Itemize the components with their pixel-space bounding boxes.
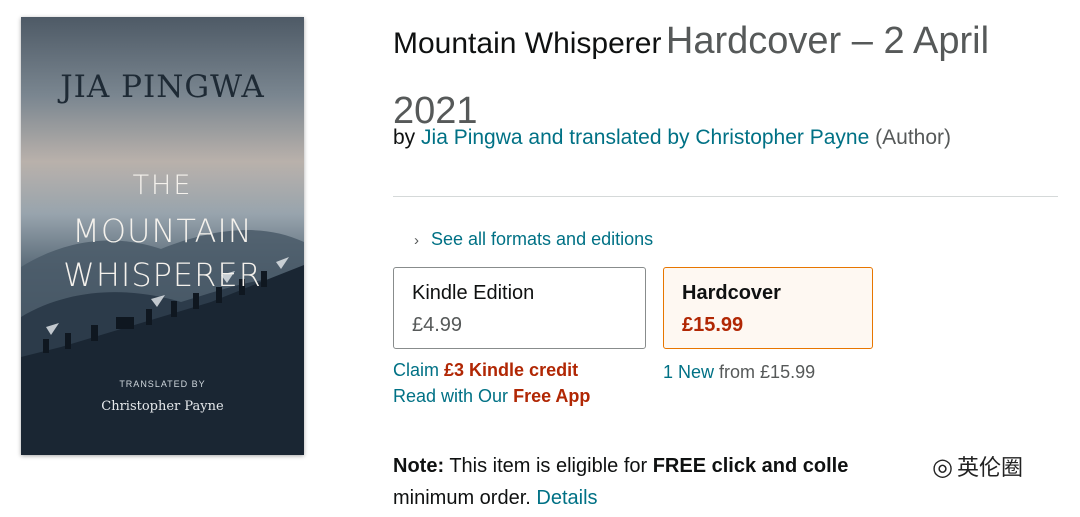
book-cover-image[interactable]: JIA PINGWA THE MOUNTAIN WHISPERER TRANSL… — [21, 17, 304, 455]
cover-title-line: MOUNTAIN — [72, 212, 253, 250]
note-line-2: minimum order. Details — [393, 487, 598, 510]
cover-title-line: WHISPERER — [63, 256, 262, 294]
format-name: Kindle Edition — [412, 282, 535, 304]
format-option-kindle[interactable]: Kindle Edition £4.99 — [393, 267, 646, 349]
chevron-right-icon: › — [414, 232, 419, 249]
watermark: ◎ 英伦圈 — [928, 450, 1027, 482]
note-text: This item is eligible for — [449, 455, 648, 477]
note-line: Note: This item is eligible for FREE cli… — [393, 455, 848, 478]
read-prefix: Read with Our — [393, 386, 509, 406]
see-all-formats-link[interactable]: › See all formats and editions — [414, 229, 653, 250]
offers-from-price: from £15.99 — [719, 362, 816, 382]
format-price: £15.99 — [682, 314, 744, 336]
watermark-text: 英伦圈 — [956, 455, 1023, 480]
cover-translator: Christopher Payne — [101, 399, 224, 414]
note-bold-text: FREE click and colle — [652, 455, 849, 477]
byline-by: by — [393, 126, 416, 149]
note-label: Note: — [393, 455, 445, 477]
claim-kindle-credit-link[interactable]: Claim £3 Kindle credit — [393, 360, 578, 381]
details-link[interactable]: Details — [536, 487, 597, 509]
see-all-formats-label: See all formats and editions — [431, 229, 654, 249]
author-role: (Author) — [875, 126, 951, 149]
format-price: £4.99 — [412, 314, 463, 336]
cover-title-line: THE — [132, 170, 193, 201]
product-title-text: Mountain Whisperer — [393, 27, 662, 60]
divider — [393, 196, 1058, 197]
new-offers-link[interactable]: 1 New — [663, 362, 714, 382]
byline: by Jia Pingwa and translated by Christop… — [393, 126, 951, 150]
read-free-app-link[interactable]: Read with Our Free App — [393, 386, 590, 407]
author-link[interactable]: Jia Pingwa and translated by Christopher… — [421, 126, 869, 149]
cover-author: JIA PINGWA — [60, 69, 265, 105]
wechat-icon: ◎ — [932, 454, 953, 481]
format-option-hardcover[interactable]: Hardcover £15.99 — [663, 267, 873, 349]
claim-prefix: Claim — [393, 360, 440, 380]
hardcover-offers: 1 New from £15.99 — [663, 362, 815, 383]
cover-translated-by: TRANSLATED BY — [119, 379, 206, 389]
kindle-credit: £3 Kindle credit — [444, 360, 579, 380]
free-app-label: Free App — [513, 386, 591, 406]
format-name: Hardcover — [682, 282, 781, 304]
note-text-2: minimum order. — [393, 487, 531, 509]
